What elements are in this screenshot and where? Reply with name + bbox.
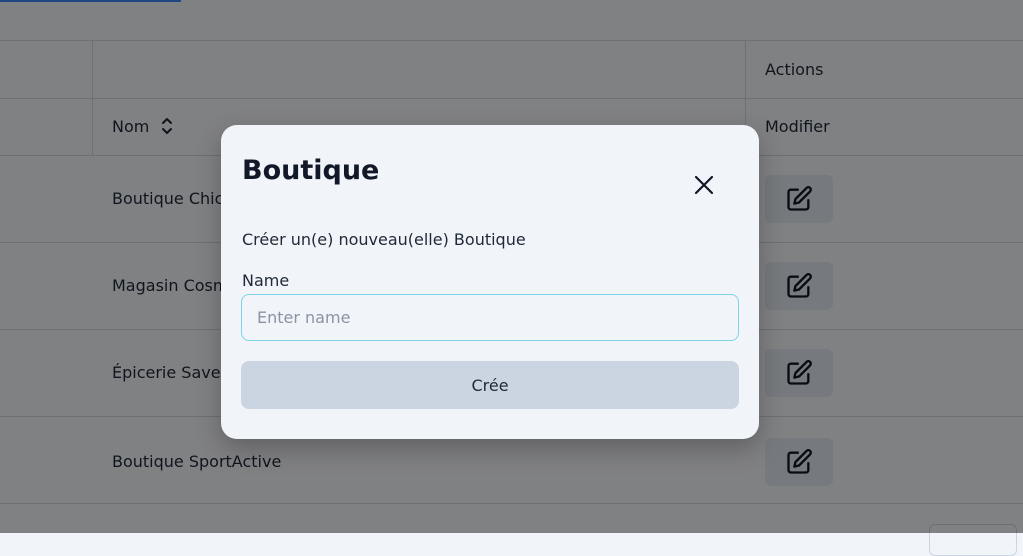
close-icon — [694, 175, 714, 195]
create-boutique-dialog: Boutique Créer un(e) nouveau(elle) Bouti… — [221, 125, 759, 439]
create-button[interactable]: Crée — [241, 361, 739, 409]
dialog-description: Créer un(e) nouveau(elle) Boutique — [242, 230, 526, 249]
name-field-label: Name — [242, 271, 290, 290]
close-button[interactable] — [689, 170, 719, 200]
name-input[interactable] — [241, 294, 739, 341]
dialog-title: Boutique — [242, 155, 380, 186]
